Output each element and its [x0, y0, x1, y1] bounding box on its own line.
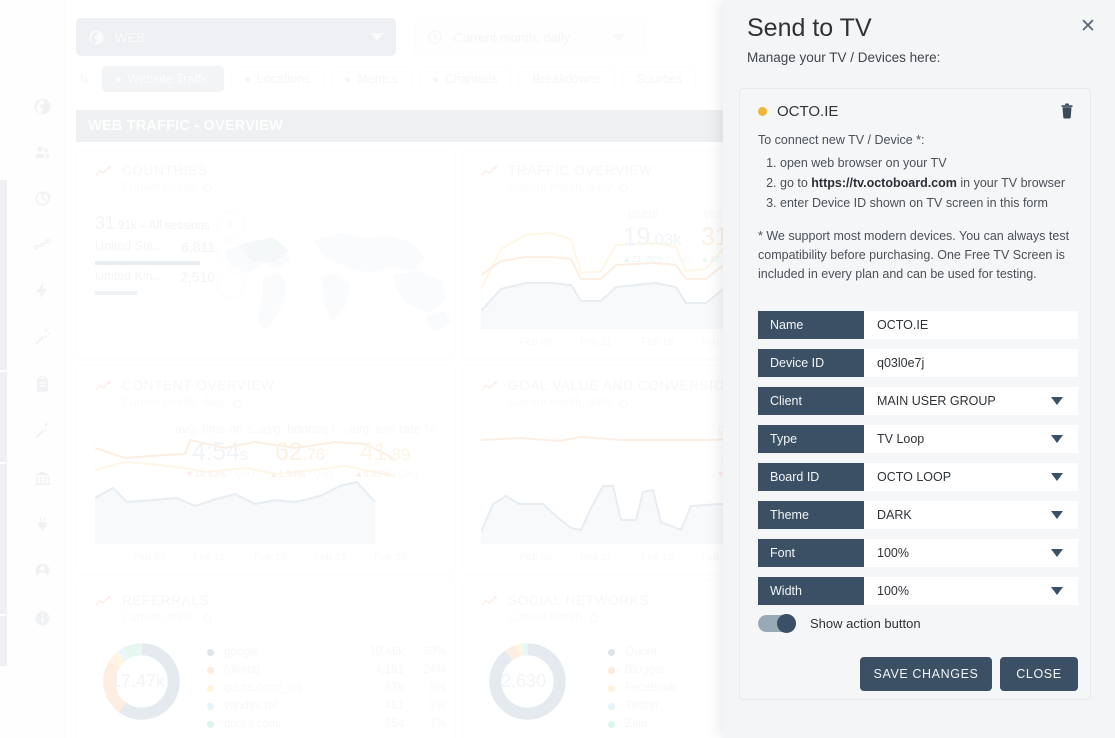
- name-input[interactable]: OCTO.IE: [864, 311, 1078, 339]
- type-select-value: TV Loop: [877, 432, 925, 446]
- client-select-value: MAIN USER GROUP: [877, 394, 996, 408]
- device-name-label: OCTO.IE: [777, 103, 839, 120]
- board-id-select-value: OCTO LOOP: [877, 470, 952, 484]
- width-select[interactable]: 100%: [864, 577, 1078, 605]
- font-select-value: 100%: [877, 546, 909, 560]
- list-item: enter Device ID shown on TV screen in th…: [780, 193, 1082, 213]
- chevron-down-icon: [1051, 511, 1063, 519]
- chevron-down-icon: [1051, 549, 1063, 557]
- font-select[interactable]: 100%: [864, 539, 1078, 567]
- step-link[interactable]: https://tv.octoboard.com: [811, 176, 957, 190]
- client-select[interactable]: MAIN USER GROUP: [864, 387, 1078, 415]
- field-label: Client: [758, 387, 864, 415]
- instructions-heading: To connect new TV / Device *:: [758, 133, 925, 147]
- instructions-list: open web browser on your TV go to https:…: [762, 153, 1082, 213]
- field-label: Width: [758, 577, 864, 605]
- toggle-knob: [777, 614, 796, 633]
- width-select-value: 100%: [877, 584, 909, 598]
- chevron-down-icon: [1051, 397, 1063, 405]
- instructions-note: * We support most modern devices. You ca…: [758, 229, 1070, 281]
- field-label: Board ID: [758, 463, 864, 491]
- show-action-button-label: Show action button: [810, 616, 921, 631]
- status-badge: [758, 107, 767, 116]
- trash-icon[interactable]: [1058, 102, 1076, 122]
- field-board-id: Board ID OCTO LOOP: [758, 463, 1078, 491]
- field-device-id: Device ID q03l0e7j: [758, 349, 1078, 377]
- close-icon[interactable]: ✕: [1077, 17, 1099, 39]
- send-to-tv-panel: Send to TV ✕ Manage your TV / Devices he…: [723, 0, 1115, 738]
- field-font: Font 100%: [758, 539, 1078, 567]
- field-theme: Theme DARK: [758, 501, 1078, 529]
- save-changes-button[interactable]: SAVE CHANGES: [860, 657, 992, 691]
- field-label: Name: [758, 311, 864, 339]
- field-label: Theme: [758, 501, 864, 529]
- show-action-button-row: Show action button: [758, 614, 921, 633]
- device-name: OCTO.IE: [758, 103, 838, 120]
- theme-select-value: DARK: [877, 508, 912, 522]
- panel-subtitle: Manage your TV / Devices here:: [747, 50, 941, 65]
- theme-select[interactable]: DARK: [864, 501, 1078, 529]
- chevron-down-icon: [1051, 587, 1063, 595]
- type-select[interactable]: TV Loop: [864, 425, 1078, 453]
- list-item: go to https://tv.octoboard.com in your T…: [780, 173, 1082, 193]
- chevron-down-icon: [1051, 435, 1063, 443]
- device-id-input[interactable]: q03l0e7j: [864, 349, 1078, 377]
- step-text: go to: [780, 176, 812, 190]
- field-label: Type: [758, 425, 864, 453]
- panel-title: Send to TV: [747, 14, 872, 42]
- field-label: Font: [758, 539, 864, 567]
- step-text: open web browser on your TV: [780, 156, 947, 170]
- board-id-select[interactable]: OCTO LOOP: [864, 463, 1078, 491]
- field-width: Width 100%: [758, 577, 1078, 605]
- field-client: Client MAIN USER GROUP: [758, 387, 1078, 415]
- show-action-button-toggle[interactable]: [758, 614, 796, 633]
- chevron-down-icon: [1051, 473, 1063, 481]
- field-name: Name OCTO.IE: [758, 311, 1078, 339]
- list-item: open web browser on your TV: [780, 153, 1082, 173]
- field-type: Type TV Loop: [758, 425, 1078, 453]
- device-card: OCTO.IE To connect new TV / Device *: op…: [739, 88, 1091, 700]
- step-text-post: in your TV browser: [956, 176, 1066, 190]
- close-button[interactable]: CLOSE: [1000, 657, 1078, 691]
- field-label: Device ID: [758, 349, 864, 377]
- step-text: enter Device ID shown on TV screen in th…: [780, 196, 1048, 210]
